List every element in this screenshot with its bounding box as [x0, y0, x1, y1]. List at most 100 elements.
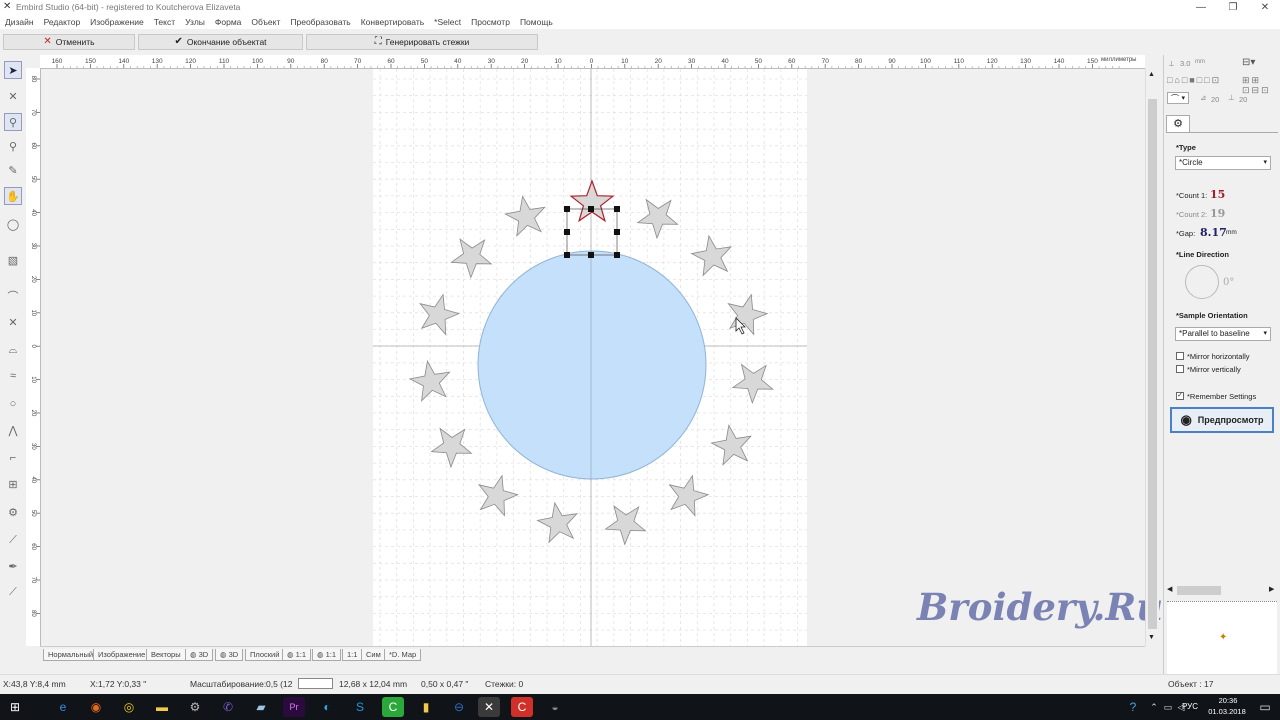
- tab-3d-2[interactable]: ◍ 3D: [215, 649, 244, 661]
- cross-tool[interactable]: ✕: [4, 313, 22, 331]
- close-button[interactable]: ✕: [1250, 0, 1280, 15]
- selection-handle[interactable]: [564, 252, 570, 258]
- menu-image[interactable]: Изображение: [85, 15, 149, 29]
- panel-scroll-thumb[interactable]: [1177, 586, 1221, 595]
- scroll-up-arrow-icon[interactable]: ▲: [1148, 71, 1155, 78]
- select-arrow-tool[interactable]: ➤: [4, 61, 22, 79]
- node-edit-tool[interactable]: ✕: [4, 87, 22, 105]
- finish-object-button[interactable]: ✔ Окончание объектat: [138, 34, 303, 50]
- count2-value[interactable]: 19: [1210, 207, 1225, 220]
- pen-tool[interactable]: ✒: [4, 557, 22, 575]
- remember-settings-checkbox[interactable]: ✓: [1176, 392, 1184, 400]
- layout-options-icon[interactable]: ⊟▾: [1242, 57, 1255, 68]
- tab-image[interactable]: Изображение: [93, 649, 151, 661]
- selection-handle[interactable]: [614, 206, 620, 212]
- settings-app-icon[interactable]: ⚙: [184, 697, 206, 717]
- menu-object[interactable]: Объект: [246, 15, 285, 29]
- file-explorer-icon[interactable]: ▬: [151, 697, 173, 717]
- angle2-value[interactable]: 20: [1239, 95, 1247, 104]
- selection-handle[interactable]: [564, 229, 570, 235]
- line-tool[interactable]: ✎: [4, 161, 22, 179]
- clock-date[interactable]: 01.03.2018: [1204, 707, 1250, 716]
- shape-tool[interactable]: ◯: [4, 215, 22, 233]
- satin-tool[interactable]: ⌒: [4, 287, 22, 305]
- pinned-app-icon[interactable]: ◒: [544, 697, 566, 717]
- mirror-horizontal-checkbox[interactable]: [1176, 352, 1184, 360]
- notes-app-icon[interactable]: ▰: [250, 697, 272, 717]
- panel-horizontal-scrollbar[interactable]: ◀ ▶: [1167, 585, 1277, 596]
- menu-nodes[interactable]: Узлы: [180, 15, 210, 29]
- generate-stitches-button[interactable]: ⛶ Генерировать стежки: [306, 34, 538, 50]
- sticky-notes-icon[interactable]: ▮: [415, 697, 437, 717]
- windows-start-icon[interactable]: ⊞: [4, 697, 26, 717]
- mirror-vertical-checkbox[interactable]: [1176, 365, 1184, 373]
- scroll-down-arrow-icon[interactable]: ▼: [1148, 634, 1155, 641]
- base-circle-shape[interactable]: [477, 250, 707, 480]
- premiere-icon[interactable]: Pr: [283, 697, 305, 717]
- tab-ratio-2[interactable]: ◍ 1:1: [312, 649, 342, 661]
- language-indicator[interactable]: РУС: [1182, 702, 1198, 711]
- tab-d-map[interactable]: *D. Мар: [384, 649, 422, 661]
- selection-handle[interactable]: [588, 252, 594, 258]
- tab-flat[interactable]: Плоский: [245, 649, 285, 661]
- gap-value[interactable]: 8.17: [1200, 226, 1227, 239]
- menu-help[interactable]: Помощь: [515, 15, 558, 29]
- curve-tool[interactable]: ⌐: [4, 449, 22, 467]
- menu-transform[interactable]: Преобразовать: [285, 15, 355, 29]
- line-direction-dial[interactable]: [1185, 265, 1219, 299]
- run-tool[interactable]: ≈: [4, 367, 22, 385]
- cancel-button[interactable]: ✕ Отменить: [3, 34, 135, 50]
- menu-view[interactable]: Просмотр: [466, 15, 515, 29]
- skype-icon[interactable]: S: [349, 697, 371, 717]
- help-icon[interactable]: ?: [1122, 697, 1144, 717]
- zoom-tool[interactable]: ⚲: [4, 113, 22, 131]
- scroll-left-arrow-icon[interactable]: ◀: [1167, 585, 1172, 593]
- eraser-tool[interactable]: ⟋: [4, 583, 22, 601]
- selection-handle[interactable]: [614, 229, 620, 235]
- menu-convert[interactable]: Конвертировать: [356, 15, 429, 29]
- selection-handle[interactable]: [564, 206, 570, 212]
- tab-vectors[interactable]: Векторы: [146, 649, 186, 661]
- angle1-value[interactable]: 20: [1211, 95, 1219, 104]
- stitch-length-value[interactable]: 3.0: [1180, 59, 1190, 68]
- menu-select[interactable]: *Select: [429, 15, 466, 29]
- gear-tool[interactable]: ⚙: [4, 503, 22, 521]
- fill-tool[interactable]: ▧: [4, 251, 22, 269]
- menu-shape[interactable]: Форма: [210, 15, 247, 29]
- circle-tool[interactable]: ○: [4, 395, 22, 413]
- settings-tab[interactable]: ⚙: [1166, 115, 1190, 132]
- menu-design[interactable]: Дизайн: [0, 15, 39, 29]
- design-canvas[interactable]: [41, 69, 1145, 646]
- menu-edit[interactable]: Редактор: [39, 15, 86, 29]
- type-dropdown[interactable]: *Circle ▾: [1175, 156, 1271, 170]
- preview-button[interactable]: ◉ Предпросмотр: [1170, 407, 1274, 433]
- tab-sim[interactable]: Сим: [361, 649, 386, 661]
- design-workspace[interactable]: [41, 69, 1145, 646]
- restore-button[interactable]: ❐: [1218, 0, 1248, 15]
- minimize-button[interactable]: —: [1186, 0, 1216, 15]
- tab-ratio-1[interactable]: ◍ 1:1: [282, 649, 312, 661]
- menu-text[interactable]: Текст: [149, 15, 180, 29]
- selection-handle[interactable]: [614, 252, 620, 258]
- notifications-icon[interactable]: ▭: [1254, 697, 1276, 717]
- frame-tool[interactable]: ⊞: [4, 475, 22, 493]
- shape-options-icons[interactable]: □⌂□■□□⊡: [1167, 75, 1221, 86]
- curve-type-dropdown[interactable]: ⌒ ▾: [1167, 92, 1189, 104]
- firefox-icon[interactable]: ◉: [85, 697, 107, 717]
- embird-taskbar-icon[interactable]: ✕: [478, 697, 500, 717]
- knife-tool[interactable]: ⟋: [4, 531, 22, 549]
- navigator-preview[interactable]: ✦: [1167, 601, 1277, 674]
- tab-normal[interactable]: Нормальный: [43, 649, 99, 661]
- vertical-scroll-thumb[interactable]: [1148, 99, 1157, 629]
- media-icon[interactable]: ⊖: [448, 697, 470, 717]
- selection-handle[interactable]: [588, 206, 594, 212]
- count1-value[interactable]: 15: [1210, 188, 1225, 201]
- pattern-tool[interactable]: ⋀: [4, 421, 22, 439]
- tab-3d-1[interactable]: ◍ 3D: [185, 649, 214, 661]
- chrome-icon[interactable]: ◎: [118, 697, 140, 717]
- tab-ratio-3[interactable]: 1:1: [342, 649, 363, 661]
- viber-icon[interactable]: ✆: [217, 697, 239, 717]
- scroll-right-arrow-icon[interactable]: ▶: [1269, 585, 1274, 593]
- edge-browser-icon[interactable]: e: [52, 697, 74, 717]
- edge-app-icon[interactable]: ◐: [316, 697, 338, 717]
